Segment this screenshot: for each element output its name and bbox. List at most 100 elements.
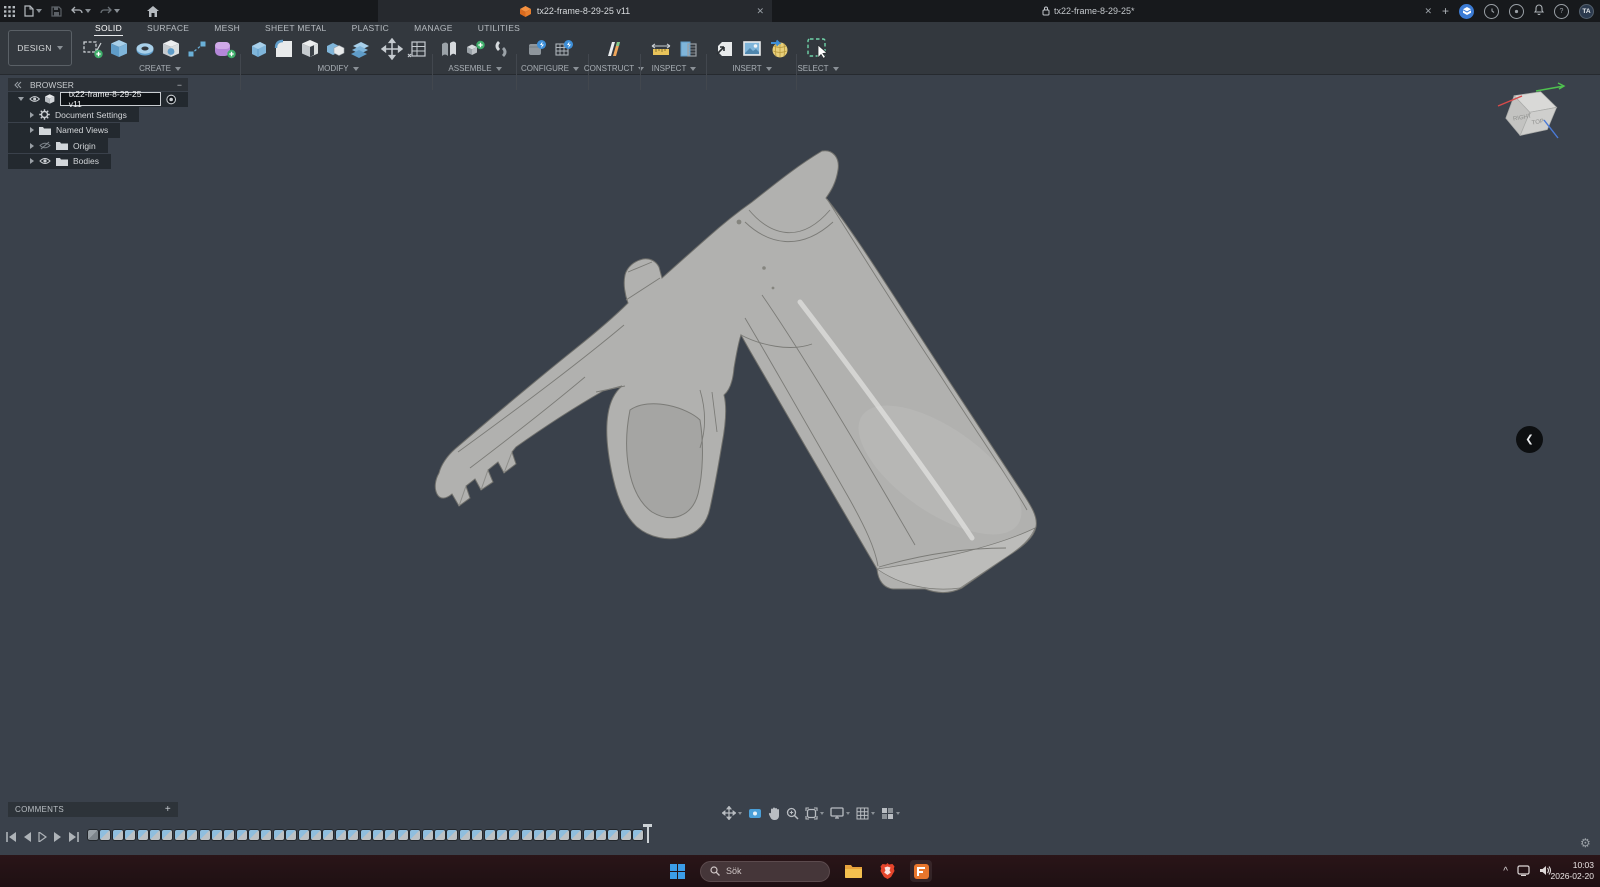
close-tab-icon[interactable]: ✕ — [756, 6, 764, 17]
display-settings-icon[interactable] — [830, 807, 850, 819]
user-avatar[interactable]: TA — [1579, 3, 1594, 19]
taskbar-clock[interactable]: 10:03 2026-02-20 — [1551, 855, 1594, 887]
new-component-icon[interactable] — [437, 36, 460, 62]
design-workspace-button[interactable]: DESIGN — [8, 30, 72, 66]
timeline-feature-icon[interactable] — [571, 830, 582, 840]
timeline-feature-icon[interactable] — [596, 830, 607, 840]
step-forward-button[interactable] — [53, 829, 62, 847]
browser-item-document-settings[interactable]: Document Settings — [8, 107, 139, 122]
collapse-browser-icon[interactable]: − — [177, 80, 182, 90]
timeline-feature-icon[interactable] — [311, 830, 322, 840]
settings-gear-icon[interactable]: ⚙ — [1580, 836, 1591, 850]
configuration-table-icon[interactable] — [552, 36, 576, 62]
expand-caret-icon[interactable] — [30, 127, 34, 133]
viewports-icon[interactable] — [881, 807, 900, 820]
ribbon-tab-manage[interactable]: MANAGE — [413, 22, 454, 35]
orbit-icon[interactable] — [722, 806, 742, 820]
configure-dropdown[interactable]: CONFIGURE — [521, 64, 579, 73]
visibility-off-eye-icon[interactable] — [39, 141, 51, 150]
section-analysis-icon[interactable] — [676, 36, 700, 62]
timeline-feature-icon[interactable] — [583, 830, 594, 840]
inspect-dropdown[interactable]: INSPECT — [645, 64, 703, 73]
offset-face-icon[interactable] — [349, 36, 371, 62]
timeline-feature-icon[interactable] — [149, 830, 160, 840]
close-window-icon[interactable]: ✕ — [1424, 6, 1432, 17]
timeline-feature-icon[interactable] — [521, 830, 532, 840]
job-status-icon[interactable] — [1459, 3, 1474, 19]
timeline-feature-icon[interactable] — [385, 830, 396, 840]
zoom-icon[interactable] — [786, 807, 799, 820]
select-dropdown[interactable]: SELECT — [797, 64, 839, 73]
brave-browser-icon[interactable] — [876, 860, 898, 882]
timeline-feature-icon[interactable] — [620, 830, 631, 840]
timeline-feature-icon[interactable] — [162, 830, 173, 840]
timeline-feature-icon[interactable] — [484, 830, 495, 840]
timeline-feature-icon[interactable] — [100, 830, 111, 840]
ribbon-tab-mesh[interactable]: MESH — [213, 22, 241, 35]
undo-icon[interactable] — [71, 6, 91, 16]
new-tab-icon[interactable]: + — [1442, 4, 1449, 18]
timeline-feature-icon[interactable] — [397, 830, 408, 840]
press-pull-icon[interactable] — [248, 36, 270, 62]
browser-item-named-views[interactable]: Named Views — [8, 122, 121, 138]
ribbon-tab-solid[interactable]: SOLID — [94, 22, 124, 36]
go-to-start-button[interactable] — [6, 829, 17, 847]
timeline-position-marker[interactable] — [643, 824, 652, 844]
create-form-icon[interactable] — [211, 36, 238, 62]
look-at-icon[interactable] — [748, 808, 762, 819]
timeline-feature-icon[interactable] — [273, 830, 284, 840]
timeline-feature-icon[interactable] — [224, 830, 235, 840]
joint-icon[interactable] — [490, 36, 513, 62]
timeline-feature-icon[interactable] — [372, 830, 383, 840]
timeline-feature-icon[interactable] — [509, 830, 520, 840]
expand-caret-icon[interactable] — [18, 97, 24, 101]
timeline-feature-icon[interactable] — [112, 830, 123, 840]
construct-dropdown[interactable]: CONSTRUCT — [584, 64, 645, 73]
measure-icon[interactable] — [649, 36, 673, 62]
step-back-button[interactable] — [23, 829, 32, 847]
timeline-feature-icon[interactable] — [360, 830, 371, 840]
create-sketch-icon[interactable] — [82, 36, 105, 62]
expand-caret-icon[interactable] — [30, 142, 34, 149]
combine-icon[interactable] — [324, 36, 346, 62]
timeline-feature-icon[interactable] — [335, 830, 346, 840]
redo-icon[interactable] — [100, 6, 120, 16]
insert-derive-icon[interactable] — [713, 36, 737, 62]
collapse-panel-button[interactable]: ❮ — [1516, 426, 1543, 453]
grid-and-snaps-icon[interactable] — [856, 807, 875, 820]
fit-view-icon[interactable] — [805, 806, 824, 820]
timeline-feature-icon[interactable] — [211, 830, 222, 840]
two-point-rectangle-icon[interactable] — [185, 36, 208, 62]
timeline-feature-icon[interactable] — [137, 830, 148, 840]
visibility-eye-icon[interactable] — [39, 157, 51, 165]
sweep-icon[interactable] — [160, 36, 183, 62]
component-pattern-icon[interactable] — [463, 36, 486, 62]
timeline-feature-icon[interactable] — [174, 830, 185, 840]
expand-caret-icon[interactable] — [30, 158, 34, 164]
expand-caret-icon[interactable] — [30, 111, 34, 118]
timeline-feature-icon[interactable] — [410, 830, 421, 840]
timeline-feature-icon[interactable] — [236, 830, 247, 840]
ribbon-tab-plastic[interactable]: PLASTIC — [351, 22, 391, 35]
browser-root-item[interactable]: tx22-frame-8-29-25 v11 — [8, 89, 188, 109]
ribbon-tab-surface[interactable]: SURFACE — [146, 22, 190, 35]
timeline-feature-icon[interactable] — [472, 830, 483, 840]
start-button[interactable] — [666, 860, 688, 882]
timeline-feature-icon[interactable] — [88, 830, 98, 840]
timeline-feature-icon[interactable] — [434, 830, 445, 840]
insert-dropdown[interactable]: INSERT — [710, 64, 794, 73]
help-icon[interactable]: ? — [1554, 3, 1569, 19]
timeline-feature-icon[interactable] — [558, 830, 569, 840]
shell-icon[interactable] — [299, 36, 321, 62]
pan-icon[interactable] — [768, 807, 780, 820]
tray-display-icon[interactable] — [1517, 864, 1530, 878]
sync-status-icon[interactable] — [1509, 3, 1524, 19]
timeline-feature-icon[interactable] — [348, 830, 359, 840]
timeline-feature-icon[interactable] — [534, 830, 545, 840]
modify-dropdown[interactable]: MODIFY — [248, 64, 428, 73]
search-input[interactable] — [726, 866, 816, 876]
activate-component-icon[interactable] — [165, 94, 176, 105]
fusion-app-icon[interactable] — [910, 860, 932, 882]
browser-item-bodies[interactable]: Bodies — [8, 153, 111, 169]
timeline-feature-icon[interactable] — [187, 830, 198, 840]
